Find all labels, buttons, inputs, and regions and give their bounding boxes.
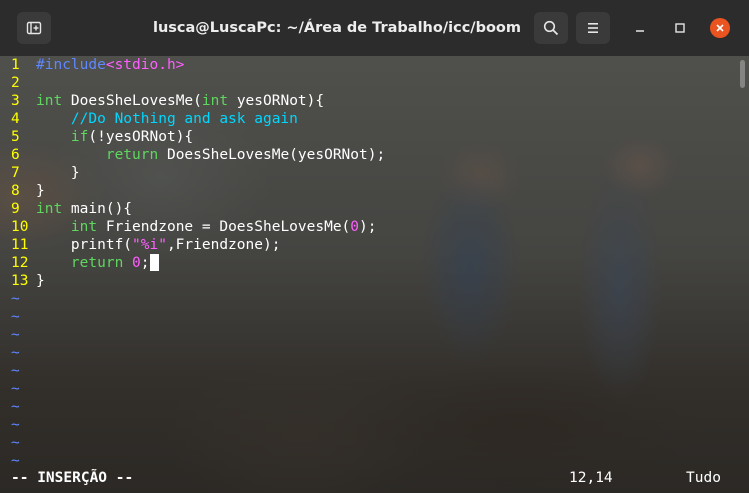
code-line: 11 printf("%i",Friendzone); [0, 236, 280, 254]
empty-line-tilde: ~ [11, 363, 20, 379]
hamburger-menu-icon [588, 23, 598, 33]
code-line: 8} [0, 182, 45, 200]
code-token: ,Friendzone); [166, 237, 281, 253]
line-number: 5 [11, 129, 20, 145]
minimize-icon [636, 30, 644, 32]
code-token: int [36, 201, 63, 217]
cursor-position: 12,14 [569, 470, 613, 486]
line-number: 11 [11, 237, 29, 253]
code-token: "%i" [132, 237, 167, 253]
empty-line-tilde: ~ [11, 435, 20, 451]
code-token: Friendzone = DoesSheLovesMe( [97, 219, 351, 235]
vim-mode-indicator: -- INSERÇÃO -- [11, 470, 134, 486]
close-icon [716, 24, 724, 32]
line-number: 7 [11, 165, 20, 181]
line-number: 6 [11, 147, 20, 163]
empty-line-tilde: ~ [11, 291, 20, 307]
line-number: 2 [11, 75, 20, 91]
code-token: return [70, 255, 124, 271]
window-title: lusca@LuscaPc: ~/Área de Trabalho/icc/bo… [152, 20, 521, 36]
line-number: 1 [11, 57, 20, 73]
code-line: 3 int DoesSheLovesMe(int yesORNot){ [0, 92, 324, 110]
terminal-window: lusca@LuscaPc: ~/Área de Trabalho/icc/bo… [0, 0, 749, 493]
search-button[interactable] [534, 12, 568, 44]
scroll-position: Tudo [686, 470, 721, 486]
code-line: 2 [0, 74, 36, 92]
code-token: #include [36, 57, 106, 73]
title-bar: lusca@LuscaPc: ~/Área de Trabalho/icc/bo… [0, 0, 749, 57]
line-number: 8 [11, 183, 20, 199]
code-line: 12 return 0; [0, 254, 159, 272]
code-token: return [105, 147, 159, 163]
line-number: 3 [11, 93, 20, 109]
terminal-area[interactable]: -- INSERÇÃO -- 12,14 Tudo 1 #include<stdi… [0, 56, 749, 493]
vim-status-line: -- INSERÇÃO -- 12,14 Tudo [0, 467, 749, 489]
maximize-button[interactable] [670, 18, 690, 38]
maximize-icon [675, 23, 685, 33]
code-token: } [36, 273, 45, 289]
empty-line-tilde: ~ [11, 417, 20, 433]
scrollbar[interactable] [740, 60, 745, 88]
code-token: main(){ [62, 201, 133, 217]
code-token: ); [359, 219, 377, 235]
new-tab-button[interactable] [17, 12, 51, 44]
code-token: int [70, 219, 98, 235]
line-number: 13 [11, 273, 29, 289]
close-button[interactable] [710, 18, 730, 38]
code-line: 13} [0, 272, 45, 290]
code-token: ; [140, 255, 150, 271]
code-token: int [36, 93, 63, 109]
empty-line-tilde: ~ [11, 327, 20, 343]
new-tab-icon [26, 21, 42, 35]
code-token: 0 [350, 219, 360, 235]
code-line: 9 int main(){ [0, 200, 132, 218]
code-token: } [36, 183, 45, 199]
code-token: int [201, 93, 229, 109]
code-token: printf( [36, 237, 133, 253]
empty-line-tilde: ~ [11, 345, 20, 361]
line-number: 10 [11, 219, 29, 235]
code-line: 1 #include<stdio.h> [0, 56, 184, 74]
line-number: 4 [11, 111, 20, 127]
code-token: (!yesORNot){ [88, 129, 194, 145]
empty-line-tilde: ~ [11, 399, 20, 415]
code-line: 10 int Friendzone = DoesSheLovesMe(0); [0, 218, 377, 236]
line-number: 9 [11, 201, 20, 217]
empty-line-tilde: ~ [11, 453, 20, 469]
line-number: 12 [11, 255, 29, 271]
minimize-button[interactable] [630, 18, 650, 38]
code-line: 5 if(!yesORNot){ [0, 128, 193, 146]
code-line: 6 return DoesSheLovesMe(yesORNot); [0, 146, 385, 164]
code-token: DoesSheLovesMe( [62, 93, 202, 109]
text-cursor [149, 254, 159, 271]
code-token: DoesSheLovesMe(yesORNot); [158, 147, 386, 163]
code-line: 7 } [0, 164, 80, 182]
code-token: if [70, 129, 89, 145]
empty-line-tilde: ~ [11, 309, 20, 325]
code-token: } [36, 165, 80, 181]
empty-line-tilde: ~ [11, 381, 20, 397]
code-token: 0 [132, 255, 141, 271]
code-token: //Do Nothing and ask again [70, 111, 298, 127]
code-token: <stdio.h> [105, 57, 185, 73]
search-icon [543, 20, 559, 36]
code-token: yesORNot){ [228, 93, 325, 109]
menu-button[interactable] [576, 12, 610, 44]
code-line: 4 //Do Nothing and ask again [0, 110, 298, 128]
